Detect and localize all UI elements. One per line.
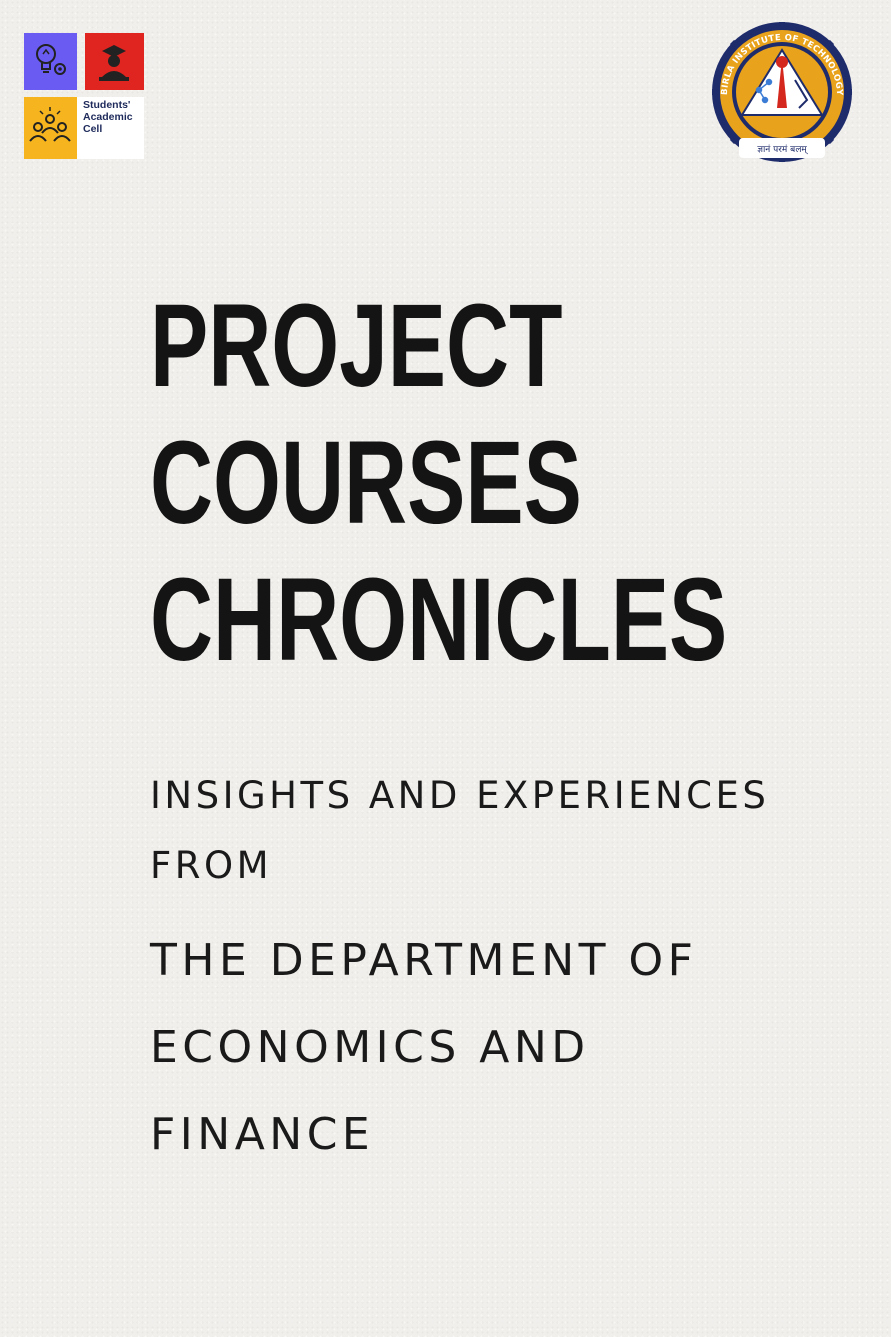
department-name: THE DEPARTMENT OF ECONOMICS AND FINANCE <box>150 917 697 1178</box>
title-line: CHRONICLES <box>150 554 728 686</box>
bits-pilani-emblem: BIRLA INSTITUTE OF TECHNOLOGY & SCIENCE,… <box>703 13 857 170</box>
title-line: COURSES <box>150 417 582 549</box>
department-line: ECONOMICS AND <box>150 1022 590 1073</box>
lightbulb-gear-icon <box>24 33 77 90</box>
students-academic-cell-logo: Students' Academic Cell <box>24 33 144 160</box>
cell-name: Students' Academic Cell <box>83 99 133 135</box>
graduate-icon <box>85 33 144 90</box>
page-title: PROJECT COURSES CHRONICLES <box>150 278 727 689</box>
department-line: FINANCE <box>150 1109 375 1160</box>
cell-name-line: Academic <box>83 111 133 123</box>
people-group-icon <box>24 97 77 159</box>
subtitle: INSIGHTS AND EXPERIENCES FROM <box>150 774 769 888</box>
subtitle-line: FROM <box>150 844 273 887</box>
cell-name-line: Students' <box>83 99 131 111</box>
emblem-motto: ज्ञानं परमं बलम् <box>757 144 809 155</box>
subtitle-line: INSIGHTS AND EXPERIENCES <box>150 774 770 817</box>
department-line: THE DEPARTMENT OF <box>150 935 698 986</box>
cell-name-line: Cell <box>83 123 103 135</box>
title-line: PROJECT <box>150 280 563 412</box>
